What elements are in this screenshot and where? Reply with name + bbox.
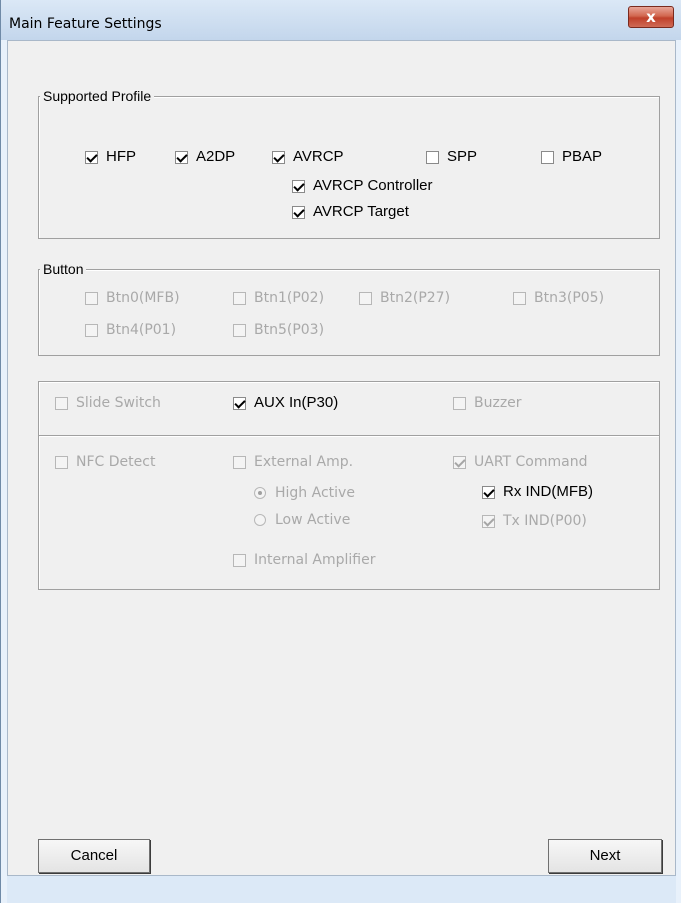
internal-amplifier-label: Internal Amplifier <box>254 552 376 568</box>
title-bar[interactable]: Main Feature Settings x <box>1 0 681 40</box>
button-group: Button Btn0(MFB) Btn1(P02) Btn2(P27) Btn… <box>38 261 660 356</box>
dialog-client-area: Supported Profile HFP A2DP AVRCP SPP PBA… <box>7 40 676 876</box>
avrcp-controller-checkbox-box[interactable] <box>292 179 305 193</box>
btn0-label: Btn0(MFB) <box>106 290 180 306</box>
close-icon: x <box>646 8 656 26</box>
external-amp-label: External Amp. <box>254 454 354 470</box>
a2dp-label: A2DP <box>196 148 236 165</box>
close-button[interactable]: x <box>628 6 674 28</box>
btn0-checkbox[interactable]: Btn0(MFB) <box>85 289 180 307</box>
aux-in-checkbox-box[interactable] <box>233 396 246 410</box>
cancel-button[interactable]: Cancel <box>38 839 150 873</box>
spp-checkbox[interactable]: SPP <box>426 148 477 166</box>
high-active-radio-dot[interactable] <box>254 487 266 499</box>
avrcp-target-checkbox[interactable]: AVRCP Target <box>292 203 409 221</box>
low-active-radio[interactable]: Low Active <box>254 512 350 528</box>
nfc-detect-checkbox-box[interactable] <box>55 455 68 469</box>
btn2-checkbox[interactable]: Btn2(P27) <box>359 289 450 307</box>
btn3-label: Btn3(P05) <box>534 290 605 306</box>
high-active-radio[interactable]: High Active <box>254 485 355 501</box>
hfp-checkbox-box[interactable] <box>85 150 98 164</box>
btn1-checkbox[interactable]: Btn1(P02) <box>233 289 324 307</box>
hfp-label: HFP <box>106 148 136 165</box>
main-feature-settings-window: Main Feature Settings x Supported Profil… <box>0 0 681 903</box>
btn5-checkbox-box[interactable] <box>233 323 246 337</box>
supported-profile-group: Supported Profile HFP A2DP AVRCP SPP PBA… <box>38 88 660 239</box>
btn4-checkbox-box[interactable] <box>85 323 98 337</box>
btn3-checkbox[interactable]: Btn3(P05) <box>513 289 604 307</box>
external-amp-checkbox-box[interactable] <box>233 455 246 469</box>
avrcp-label: AVRCP <box>293 148 344 165</box>
a2dp-checkbox[interactable]: A2DP <box>175 148 235 166</box>
tx-ind-label: Tx IND(P00) <box>503 513 587 529</box>
buzzer-label: Buzzer <box>474 395 522 411</box>
slide-switch-checkbox-box[interactable] <box>55 396 68 410</box>
tx-ind-checkbox[interactable]: Tx IND(P00) <box>482 512 587 530</box>
avrcp-target-label: AVRCP Target <box>313 203 409 220</box>
low-active-label: Low Active <box>275 512 351 528</box>
avrcp-controller-label: AVRCP Controller <box>313 177 433 194</box>
rx-ind-label: Rx IND(MFB) <box>503 483 593 500</box>
buzzer-checkbox-box[interactable] <box>453 396 466 410</box>
avrcp-target-checkbox-box[interactable] <box>292 205 305 219</box>
btn1-label: Btn1(P02) <box>254 290 325 306</box>
btn3-checkbox-box[interactable] <box>513 291 526 305</box>
external-amp-checkbox[interactable]: External Amp. <box>233 453 353 471</box>
high-active-label: High Active <box>275 485 355 501</box>
pbap-checkbox[interactable]: PBAP <box>541 148 602 166</box>
btn1-checkbox-box[interactable] <box>233 291 246 305</box>
aux-in-checkbox[interactable]: AUX In(P30) <box>233 394 338 412</box>
btn4-label: Btn4(P01) <box>106 322 177 338</box>
rx-ind-checkbox[interactable]: Rx IND(MFB) <box>482 483 593 501</box>
tx-ind-checkbox-box[interactable] <box>482 514 495 528</box>
avrcp-checkbox-box[interactable] <box>272 150 285 164</box>
btn0-checkbox-box[interactable] <box>85 291 98 305</box>
btn2-label: Btn2(P27) <box>380 290 451 306</box>
slide-switch-checkbox[interactable]: Slide Switch <box>55 394 161 412</box>
buzzer-checkbox[interactable]: Buzzer <box>453 394 522 412</box>
button-group-legend: Button <box>40 261 87 277</box>
avrcp-checkbox[interactable]: AVRCP <box>272 148 344 166</box>
uart-command-checkbox-box[interactable] <box>453 455 466 469</box>
rx-ind-checkbox-box[interactable] <box>482 485 495 499</box>
internal-amplifier-checkbox[interactable]: Internal Amplifier <box>233 551 375 569</box>
window-title: Main Feature Settings <box>9 16 162 32</box>
btn5-label: Btn5(P03) <box>254 322 325 338</box>
avrcp-controller-checkbox[interactable]: AVRCP Controller <box>292 177 433 195</box>
hfp-checkbox[interactable]: HFP <box>85 148 136 166</box>
spp-label: SPP <box>447 148 478 165</box>
btn5-checkbox[interactable]: Btn5(P03) <box>233 321 324 339</box>
internal-amplifier-checkbox-box[interactable] <box>233 553 246 567</box>
pbap-checkbox-box[interactable] <box>541 150 554 164</box>
low-active-radio-dot[interactable] <box>254 514 266 526</box>
nfc-detect-checkbox[interactable]: NFC Detect <box>55 453 155 471</box>
aux-in-label: AUX In(P30) <box>254 394 339 411</box>
pbap-label: PBAP <box>562 148 603 165</box>
btn4-checkbox[interactable]: Btn4(P01) <box>85 321 176 339</box>
uart-command-checkbox[interactable]: UART Command <box>453 453 588 471</box>
btn2-checkbox-box[interactable] <box>359 291 372 305</box>
supported-profile-legend: Supported Profile <box>40 88 155 104</box>
slide-switch-label: Slide Switch <box>76 395 161 411</box>
features-group: Slide Switch AUX In(P30) Buzzer NFC Dete… <box>38 381 660 590</box>
uart-command-label: UART Command <box>474 454 588 470</box>
nfc-detect-label: NFC Detect <box>76 454 156 470</box>
next-button[interactable]: Next <box>548 839 662 873</box>
window-bottom-border <box>7 876 676 903</box>
spp-checkbox-box[interactable] <box>426 150 439 164</box>
features-separator <box>39 435 659 437</box>
a2dp-checkbox-box[interactable] <box>175 150 188 164</box>
